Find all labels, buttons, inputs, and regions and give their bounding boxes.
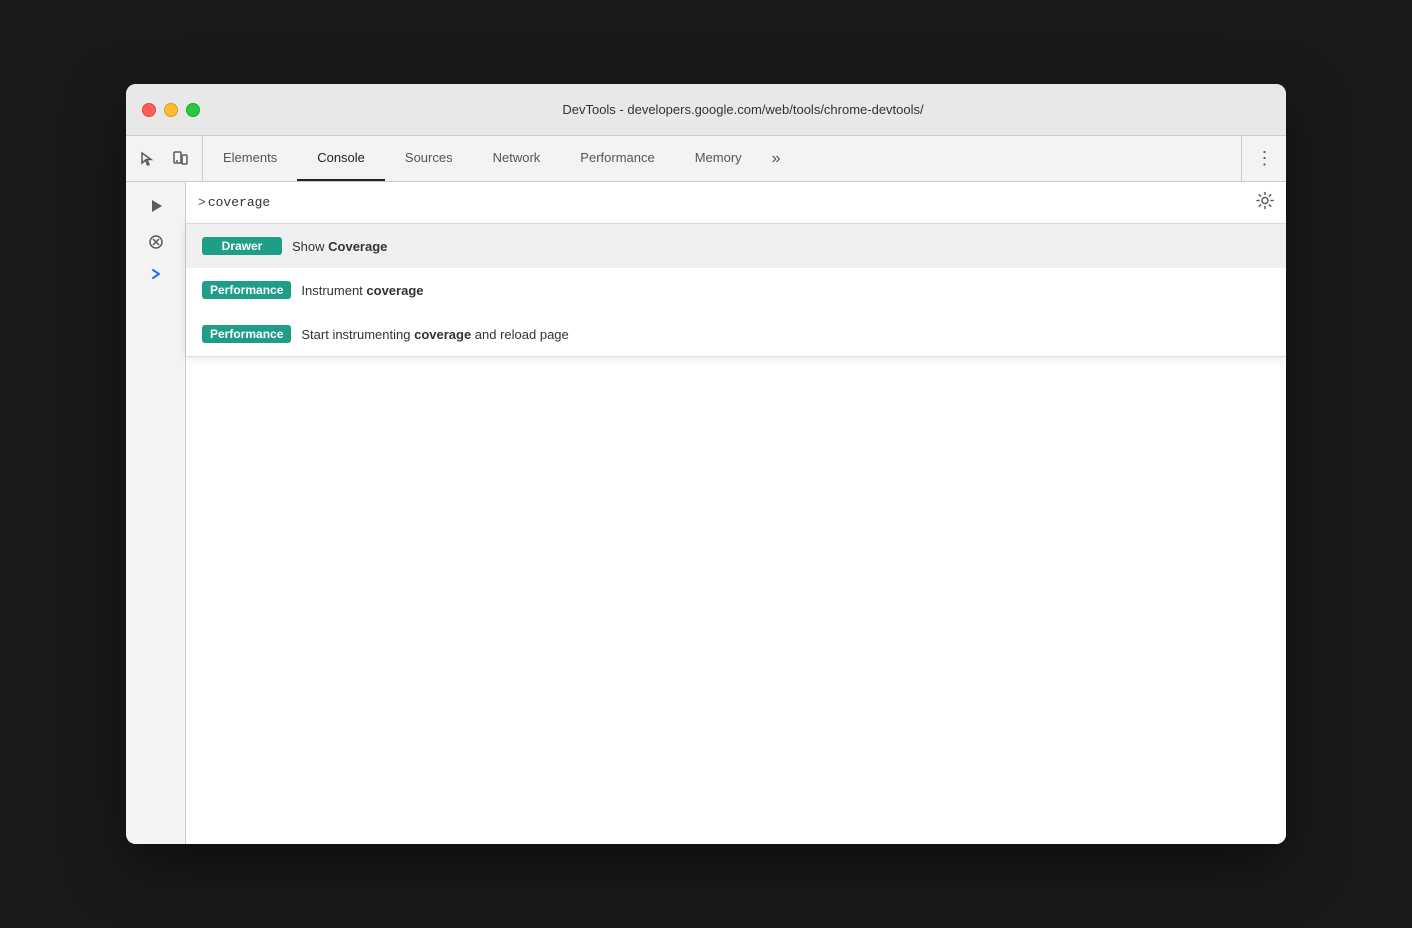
console-input-bar: > coverage xyxy=(186,182,1286,224)
minimize-button[interactable] xyxy=(164,103,178,117)
clear-console-button[interactable] xyxy=(140,226,172,258)
autocomplete-text-2: Instrument coverage xyxy=(301,283,423,298)
title-bar: DevTools - developers.google.com/web/too… xyxy=(126,84,1286,136)
run-button[interactable] xyxy=(140,190,172,222)
tab-performance[interactable]: Performance xyxy=(560,136,674,181)
toolbar-right: ⋮ xyxy=(1241,136,1286,181)
toolbar-left xyxy=(126,136,203,181)
tab-memory[interactable]: Memory xyxy=(675,136,762,181)
inspect-element-button[interactable] xyxy=(134,145,162,173)
device-toolbar-button[interactable] xyxy=(166,145,194,173)
autocomplete-item-start-instrument-coverage[interactable]: Performance Start instrumenting coverage… xyxy=(186,312,1286,356)
console-settings-button[interactable] xyxy=(1256,191,1274,214)
tab-sources[interactable]: Sources xyxy=(385,136,473,181)
devtools-body: > coverage Drawer Show Coverage xyxy=(126,182,1286,844)
autocomplete-dropdown: Drawer Show Coverage Performance Instrum… xyxy=(186,224,1286,357)
console-prompt: > xyxy=(198,195,206,210)
window-title: DevTools - developers.google.com/web/too… xyxy=(216,102,1270,117)
main-content: > coverage Drawer Show Coverage xyxy=(186,182,1286,844)
sidebar xyxy=(126,182,186,844)
expand-sidebar-button[interactable] xyxy=(148,266,164,282)
tab-overflow-button[interactable]: » xyxy=(762,136,791,181)
tag-drawer: Drawer xyxy=(202,237,282,255)
tag-performance-2: Performance xyxy=(202,325,291,343)
autocomplete-text-3: Start instrumenting coverage and reload … xyxy=(301,327,568,342)
autocomplete-item-show-coverage[interactable]: Drawer Show Coverage xyxy=(186,224,1286,268)
tab-elements[interactable]: Elements xyxy=(203,136,297,181)
more-options-button[interactable]: ⋮ xyxy=(1250,145,1278,173)
tab-console[interactable]: Console xyxy=(297,136,385,181)
maximize-button[interactable] xyxy=(186,103,200,117)
tag-performance-1: Performance xyxy=(202,281,291,299)
tab-network[interactable]: Network xyxy=(473,136,561,181)
autocomplete-item-instrument-coverage[interactable]: Performance Instrument coverage xyxy=(186,268,1286,312)
traffic-lights xyxy=(142,103,200,117)
devtools-tabs: Elements Console Sources Network Perform… xyxy=(203,136,1241,181)
close-button[interactable] xyxy=(142,103,156,117)
devtools-window: DevTools - developers.google.com/web/too… xyxy=(126,84,1286,844)
devtools-toolbar: Elements Console Sources Network Perform… xyxy=(126,136,1286,182)
console-input[interactable]: coverage xyxy=(208,195,1274,210)
autocomplete-text-1: Show Coverage xyxy=(292,239,387,254)
